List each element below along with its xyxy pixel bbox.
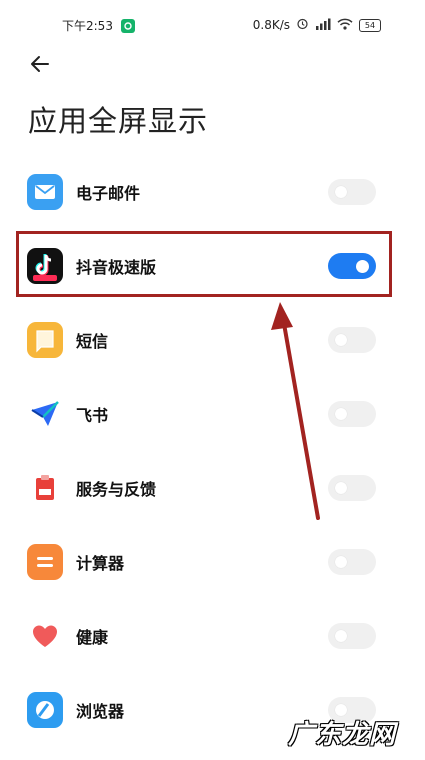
network-speed: 0.8K/s (252, 18, 290, 32)
status-bar: 下午2:53 0.8K/s 54 (0, 0, 425, 44)
app-label: 计算器 (76, 554, 125, 573)
status-right: 0.8K/s 54 (253, 17, 381, 33)
wechat-icon (120, 18, 135, 33)
list-item-sms[interactable]: 短信 (0, 303, 425, 377)
fullscreen-toggle-sms[interactable] (328, 327, 376, 353)
list-item-feishu[interactable]: 飞书 (0, 377, 425, 451)
service-feedback-icon (27, 470, 63, 506)
app-label: 服务与反馈 (76, 480, 157, 499)
calculator-icon (27, 544, 63, 580)
fullscreen-toggle-feishu[interactable] (328, 401, 376, 427)
feishu-icon (27, 396, 63, 432)
arrow-left-icon (31, 56, 49, 72)
back-button[interactable] (28, 52, 56, 80)
signal-icon (315, 18, 331, 33)
health-icon (27, 618, 63, 654)
browser-icon (27, 692, 63, 728)
mail-icon (27, 174, 63, 210)
watermark-logo: 广东龙网 (288, 720, 397, 750)
fullscreen-toggle-email[interactable] (328, 179, 376, 205)
page-title: 应用全屏显示 (28, 104, 209, 138)
app-label: 浏览器 (76, 702, 125, 721)
app-label: 电子邮件 (76, 184, 141, 203)
list-item-service-feedback[interactable]: 服务与反馈 (0, 451, 425, 525)
app-label: 飞书 (76, 406, 109, 425)
message-icon (27, 322, 63, 358)
list-item-calculator[interactable]: 计算器 (0, 525, 425, 599)
list-item-health[interactable]: 健康 (0, 599, 425, 673)
alarm-icon (296, 17, 309, 33)
list-item-email[interactable]: 电子邮件 (0, 155, 425, 229)
fullscreen-toggle-calculator[interactable] (328, 549, 376, 575)
status-left: 下午2:53 (62, 17, 135, 34)
fullscreen-toggle-service-feedback[interactable] (328, 475, 376, 501)
wifi-icon (337, 18, 353, 33)
highlight-box (16, 231, 392, 297)
battery-icon: 54 (359, 18, 381, 32)
status-time: 下午2:53 (62, 19, 113, 33)
fullscreen-toggle-health[interactable] (328, 623, 376, 649)
app-label: 健康 (76, 628, 109, 647)
app-label: 短信 (76, 332, 109, 351)
